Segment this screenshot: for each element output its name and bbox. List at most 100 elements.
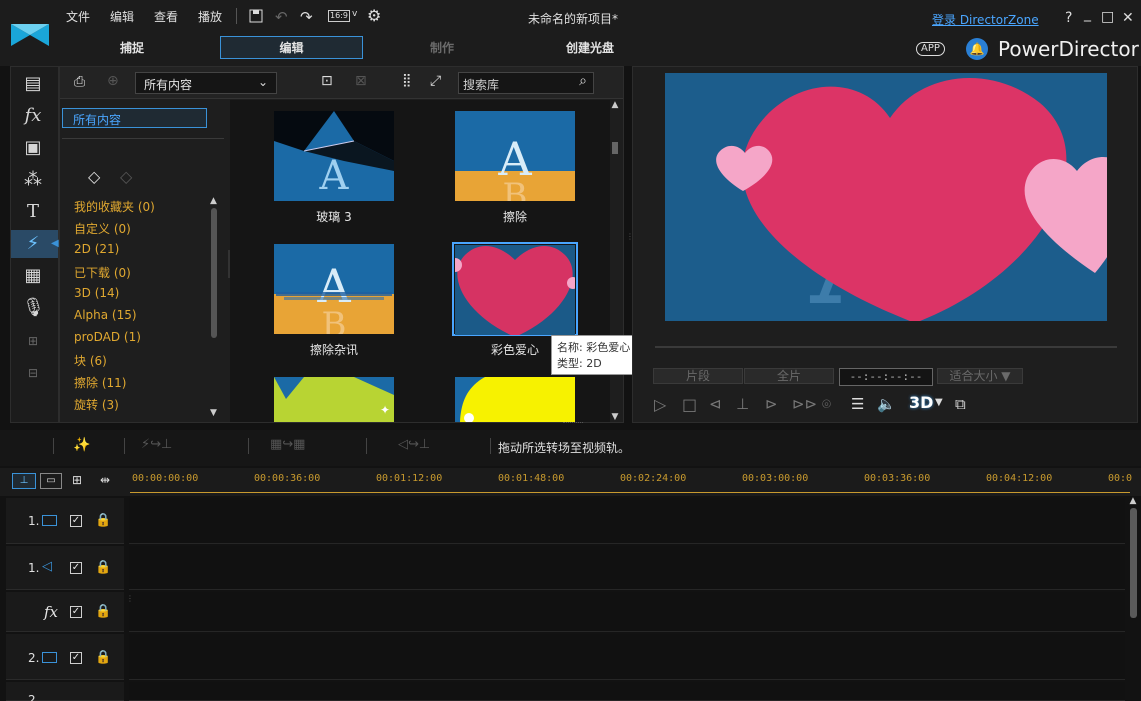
magic-tools-icon[interactable]: ✨ bbox=[73, 437, 90, 453]
save-icon[interactable] bbox=[249, 9, 263, 23]
transition-thumb[interactable]: A B bbox=[455, 111, 575, 201]
download-icon[interactable]: ⊕ bbox=[107, 73, 119, 89]
fast-forward-icon[interactable]: ⊳⊳ bbox=[792, 395, 817, 413]
search-icon[interactable]: ⌕ bbox=[579, 73, 587, 89]
menu-edit[interactable]: 编辑 bbox=[110, 8, 134, 25]
play-icon[interactable]: ▷ bbox=[654, 395, 666, 414]
category-scrollbar[interactable]: ▲ ▼ bbox=[210, 196, 218, 418]
track-enable-checkbox[interactable]: ✓ bbox=[70, 606, 82, 618]
preview-slider-track[interactable] bbox=[655, 346, 1117, 348]
title-room-icon[interactable]: T bbox=[22, 201, 44, 223]
scroll-thumb[interactable] bbox=[1129, 508, 1137, 618]
previous-frame-icon[interactable]: ⊲ bbox=[709, 395, 722, 413]
voiceover-room-icon[interactable]: 🎙 bbox=[22, 297, 45, 319]
library-filter-dropdown[interactable]: 所有内容 ⌄ bbox=[135, 72, 277, 94]
track-enable-checkbox[interactable]: ✓ bbox=[70, 652, 82, 664]
scroll-up-icon[interactable]: ▲ bbox=[1127, 496, 1139, 506]
track-audio-1[interactable] bbox=[129, 546, 1125, 590]
scroll-thumb[interactable] bbox=[211, 208, 217, 338]
menu-file[interactable]: 文件 bbox=[66, 8, 90, 25]
chevron-down-icon[interactable]: ▼ bbox=[935, 397, 943, 408]
fit-size-dropdown[interactable]: 适合大小 ▼ bbox=[937, 368, 1023, 384]
timeline-view-icon[interactable]: ⊥ bbox=[12, 473, 36, 489]
help-button[interactable]: ? bbox=[1065, 10, 1072, 26]
close-button[interactable]: ✕ bbox=[1122, 10, 1134, 26]
undock-icon[interactable]: ⧉ bbox=[955, 395, 966, 413]
transition-to-track-icon[interactable]: ⚡↪⊥ bbox=[141, 437, 172, 452]
category-item[interactable]: Alpha (15) bbox=[74, 308, 137, 322]
category-item[interactable]: 3D (14) bbox=[74, 286, 119, 300]
volume-icon[interactable]: 🔈 bbox=[877, 395, 896, 413]
category-item[interactable]: 已下载 (0) bbox=[74, 264, 131, 281]
stop-icon[interactable]: □ bbox=[682, 395, 697, 414]
add-tag-icon[interactable]: ◇ bbox=[88, 167, 100, 186]
track-manager-icon[interactable]: ⊞ bbox=[72, 473, 82, 487]
category-item[interactable]: 2D (21) bbox=[74, 242, 119, 256]
apply-all-audio-icon[interactable]: ◁↪⊥ bbox=[398, 437, 430, 452]
apply-all-icon[interactable]: ⊠ bbox=[355, 73, 367, 89]
settings-gear-icon[interactable]: ⚙ bbox=[367, 6, 381, 25]
fx-room-icon[interactable]: fx bbox=[22, 105, 44, 127]
category-header[interactable]: 所有内容 bbox=[62, 108, 207, 128]
menu-view[interactable]: 查看 bbox=[154, 8, 178, 25]
redo-icon[interactable]: ↷ bbox=[300, 8, 313, 26]
transition-thumb[interactable]: ✦ bbox=[274, 377, 394, 422]
fit-timeline-icon[interactable]: ⇹ bbox=[100, 473, 110, 487]
track-video-2[interactable] bbox=[129, 634, 1125, 680]
next-frame-icon[interactable]: ⊳ bbox=[765, 395, 778, 413]
scroll-down-icon[interactable]: ▼ bbox=[609, 412, 621, 422]
lock-icon[interactable]: 🔒 bbox=[95, 560, 111, 575]
transition-thumb[interactable] bbox=[455, 245, 575, 335]
track-enable-checkbox[interactable]: ✓ bbox=[70, 515, 82, 527]
subtitle-icon[interactable]: ☰ bbox=[851, 395, 864, 413]
app-badge[interactable]: APP bbox=[916, 42, 945, 56]
import-icon[interactable]: ⎙ bbox=[74, 74, 85, 90]
undo-icon[interactable]: ↶ bbox=[275, 8, 288, 26]
storyboard-view-icon[interactable]: ▭ bbox=[40, 473, 62, 489]
login-link[interactable]: 登录 DirectorZone bbox=[932, 11, 1039, 28]
category-item[interactable]: 块 (6) bbox=[74, 352, 107, 369]
track-enable-checkbox[interactable]: ✓ bbox=[70, 562, 82, 574]
maximize-button[interactable]: □ bbox=[1101, 9, 1114, 25]
transition-room-icon[interactable]: ⚡ bbox=[22, 233, 44, 255]
expand-icon[interactable]: ⤢ bbox=[430, 73, 441, 89]
tab-edit[interactable]: 编辑 bbox=[220, 39, 363, 56]
aspect-ratio-dropdown[interactable]: 16:9 bbox=[328, 10, 350, 22]
track-fx[interactable] bbox=[129, 592, 1125, 632]
clip-mode-button[interactable]: 片段 bbox=[653, 368, 743, 384]
transition-thumb[interactable]: A bbox=[274, 111, 394, 201]
pip-room-icon[interactable]: ▣ bbox=[22, 137, 44, 159]
panel-splitter-horizontal[interactable] bbox=[563, 422, 583, 426]
menu-play[interactable]: 播放 bbox=[198, 8, 222, 25]
audio-mix-room-icon[interactable]: ▦ bbox=[22, 265, 44, 287]
grid-view-icon[interactable]: ⣿ bbox=[402, 73, 412, 88]
library-search-input[interactable]: 搜索库 ⌕ bbox=[458, 72, 594, 94]
scroll-up-icon[interactable]: ▲ bbox=[210, 196, 218, 206]
delete-tag-icon[interactable]: ◇ bbox=[120, 167, 132, 186]
transition-thumb[interactable] bbox=[455, 377, 575, 422]
snapshot-icon[interactable]: ⌾ bbox=[822, 395, 831, 413]
timeline-scrollbar[interactable]: ▲ bbox=[1127, 496, 1139, 701]
track-video-1[interactable] bbox=[129, 498, 1125, 544]
minimize-button[interactable]: _ bbox=[1084, 6, 1091, 22]
tab-capture[interactable]: 捕捉 bbox=[90, 39, 174, 56]
tab-produce[interactable]: 制作 bbox=[400, 39, 484, 56]
lock-icon[interactable]: 🔒 bbox=[95, 604, 111, 619]
apply-all-video-icon[interactable]: ▦↪▦ bbox=[270, 437, 305, 452]
chapter-room-icon[interactable]: ⊞ bbox=[22, 330, 44, 352]
transition-thumb[interactable]: A B bbox=[274, 244, 394, 334]
3d-mode-button[interactable]: 3D bbox=[909, 393, 933, 412]
track-audio-2[interactable] bbox=[129, 682, 1125, 701]
category-item[interactable]: 自定义 (0) bbox=[74, 220, 131, 237]
add-to-timeline-icon[interactable]: ⊡ bbox=[321, 73, 333, 89]
subtitle-room-icon[interactable]: ⊟ bbox=[22, 362, 44, 384]
lock-icon[interactable]: 🔒 bbox=[95, 513, 111, 528]
split-icon[interactable]: ⊥ bbox=[736, 395, 749, 413]
timecode-display[interactable]: --:--:--:-- bbox=[839, 368, 933, 386]
media-room-icon[interactable]: ▤ bbox=[22, 73, 44, 95]
category-item[interactable]: proDAD (1) bbox=[74, 330, 141, 344]
timeline-splitter[interactable]: ⋮ bbox=[126, 594, 134, 603]
notification-bell-icon[interactable]: 🔔 bbox=[966, 38, 988, 60]
scroll-up-icon[interactable]: ▲ bbox=[609, 100, 621, 110]
chevron-down-icon[interactable]: v bbox=[352, 9, 357, 19]
